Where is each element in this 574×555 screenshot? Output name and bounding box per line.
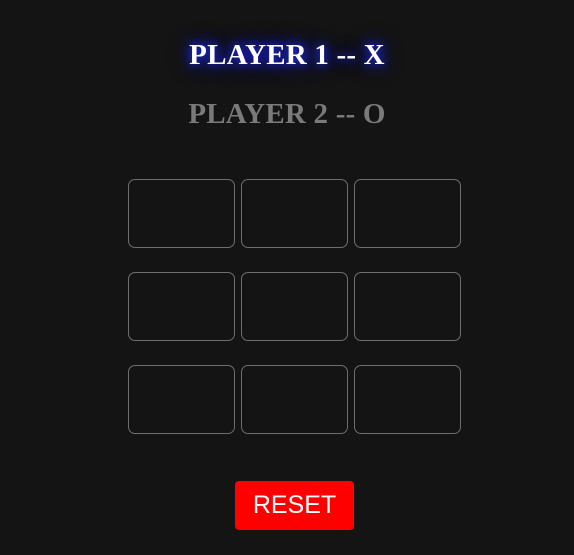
game-board xyxy=(128,179,461,435)
player-2-label: PLAYER 2 -- O xyxy=(188,98,386,130)
board-cell-6[interactable] xyxy=(354,272,461,341)
board-cell-9[interactable] xyxy=(354,365,461,434)
board-cell-1[interactable] xyxy=(128,179,235,248)
board-cell-8[interactable] xyxy=(241,365,348,434)
board-cell-2[interactable] xyxy=(241,179,348,248)
board-cell-5[interactable] xyxy=(241,272,348,341)
board-cell-4[interactable] xyxy=(128,272,235,341)
board-cell-7[interactable] xyxy=(128,365,235,434)
reset-button[interactable]: RESET xyxy=(235,481,354,530)
board-cell-3[interactable] xyxy=(354,179,461,248)
player-1-label: PLAYER 1 -- X xyxy=(189,39,385,71)
